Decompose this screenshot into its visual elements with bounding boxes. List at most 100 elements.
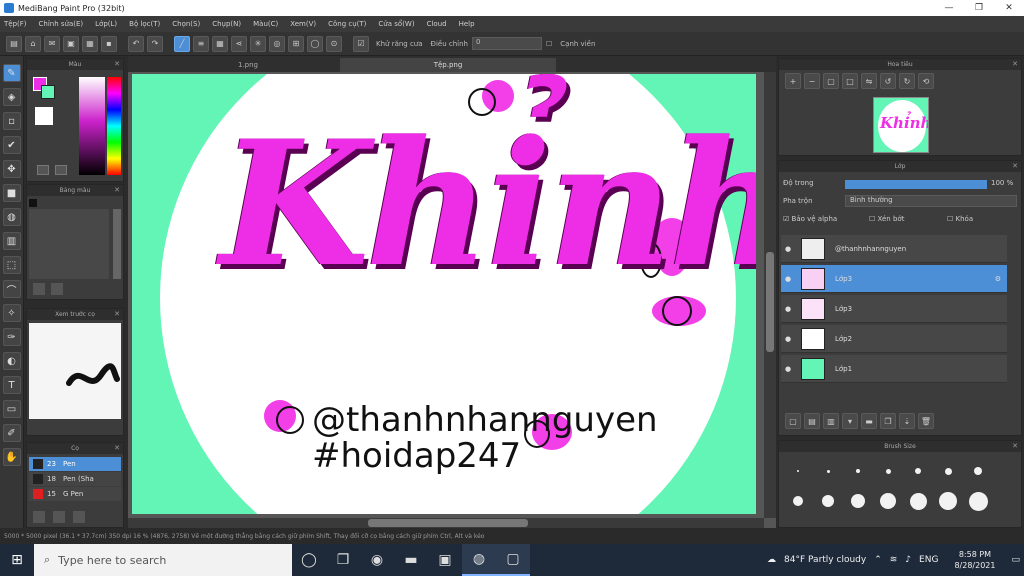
fill-tool-icon[interactable]: ◍	[2, 208, 21, 226]
menu-file[interactable]: Tệp(F)	[4, 20, 27, 28]
actual-size-icon[interactable]: □	[842, 73, 858, 89]
close-icon[interactable]: ✕	[114, 444, 120, 452]
saturation-value-picker[interactable]	[79, 77, 105, 175]
new-palette-icon[interactable]	[33, 283, 45, 295]
file-explorer-icon[interactable]: ▬	[394, 544, 428, 576]
new-halftone-layer-icon[interactable]: ▤	[804, 413, 820, 429]
brush-size-option[interactable]	[783, 459, 813, 483]
edge-browser-icon[interactable]: ◉	[360, 544, 394, 576]
brush-size-option[interactable]	[873, 489, 903, 513]
close-icon[interactable]: ✕	[114, 60, 120, 68]
snap-cross-icon[interactable]: ▦	[212, 35, 228, 52]
snap-circle-icon[interactable]: ◎	[269, 35, 285, 52]
snap-curve-icon[interactable]: ⊞	[288, 35, 304, 52]
new-layer-icon[interactable]: ▢	[785, 413, 801, 429]
snap-settings-icon[interactable]: ⊙	[326, 35, 342, 52]
palette-add-icon[interactable]	[37, 165, 49, 175]
brush-size-option[interactable]	[813, 489, 843, 513]
brush-size-option[interactable]	[963, 459, 993, 483]
image-icon[interactable]: ▣	[63, 35, 79, 52]
snap-radial-icon[interactable]: ✳	[250, 35, 266, 52]
snap-ellipse-icon[interactable]: ◯	[307, 35, 323, 52]
merge-layer-icon[interactable]: ⇣	[899, 413, 915, 429]
tray-arrow-icon[interactable]: ⌃	[874, 555, 882, 565]
visibility-eye-icon[interactable]: ●	[785, 275, 795, 283]
menu-layer[interactable]: Lớp(L)	[95, 20, 117, 28]
canvas-horizontal-scrollbar[interactable]	[128, 518, 764, 528]
lasso-tool-icon[interactable]: ⌒	[2, 280, 21, 298]
palette-swatch[interactable]	[29, 199, 37, 207]
new-8bit-layer-icon[interactable]: ▥	[823, 413, 839, 429]
correction-select[interactable]: 0	[472, 37, 542, 50]
gradient-tool-icon[interactable]: ▥	[2, 232, 21, 250]
store-icon[interactable]: ▣	[428, 544, 462, 576]
eyedropper-icon[interactable]: ✐	[2, 424, 21, 442]
medibang-icon[interactable]: ▢	[496, 544, 530, 576]
hue-slider[interactable]	[107, 77, 121, 175]
minimize-button[interactable]: —	[934, 0, 964, 16]
brush-tool-icon[interactable]: ✎	[2, 64, 21, 82]
layer-row-selected[interactable]: ● Lớp3 ⚙	[781, 265, 1007, 293]
menu-select[interactable]: Chọn(S)	[172, 20, 200, 28]
language-indicator[interactable]: ENG	[919, 555, 938, 565]
eraser-tool-icon[interactable]: ◈	[2, 88, 21, 106]
brush-settings-icon[interactable]	[73, 511, 85, 523]
zoom-out-icon[interactable]: −	[804, 73, 820, 89]
rotate-right-icon[interactable]: ↻	[899, 73, 915, 89]
brush-item-g-pen[interactable]: 15 G Pen	[29, 487, 121, 501]
clipping-checkbox[interactable]: ☐ Xén bớt	[869, 215, 904, 223]
horizontal-scroll-thumb[interactable]	[368, 519, 528, 527]
close-icon[interactable]: ✕	[114, 186, 120, 194]
cortana-icon[interactable]: ◯	[292, 544, 326, 576]
brush-size-option[interactable]	[873, 459, 903, 483]
delete-palette-icon[interactable]	[51, 283, 63, 295]
menu-snap[interactable]: Chụp(N)	[212, 20, 241, 28]
tab-1[interactable]: 1.png	[188, 58, 308, 72]
pen-select-icon[interactable]: ✑	[2, 328, 21, 346]
windows-start-icon[interactable]: ⊞	[0, 544, 34, 576]
clock[interactable]: 8:58 PM 8/28/2021	[950, 549, 999, 571]
visibility-eye-icon[interactable]: ●	[785, 245, 795, 253]
layer-row[interactable]: ● Lớp3	[781, 295, 1007, 323]
layer-row[interactable]: ● @thanhnhannguyen	[781, 235, 1007, 263]
rotate-left-icon[interactable]: ↺	[880, 73, 896, 89]
menu-tools[interactable]: Công cụ(T)	[328, 20, 366, 28]
brush-size-option[interactable]	[903, 459, 933, 483]
navigator-thumbnail[interactable]: Khỉnh	[873, 97, 929, 153]
layer-row[interactable]: ● Lớp1	[781, 355, 1007, 383]
zoom-in-icon[interactable]: +	[785, 73, 801, 89]
redo-icon[interactable]: ↷	[147, 35, 163, 52]
menu-filter[interactable]: Bộ lọc(T)	[129, 20, 160, 28]
hand-tool-icon[interactable]: ✋	[2, 448, 21, 466]
brush-size-option[interactable]	[933, 459, 963, 483]
artwork-canvas[interactable]: Khỉnh @thanhnhannguyen #hoidap247	[132, 74, 756, 514]
settings-icon[interactable]: ▤	[6, 35, 22, 52]
select-tool-icon[interactable]: ⬚	[2, 256, 21, 274]
brush-item-pen-shadow[interactable]: 18 Pen (Sha	[29, 472, 121, 486]
weather-icon[interactable]: ☁	[767, 555, 776, 565]
opacity-slider[interactable]	[845, 180, 987, 189]
home-icon[interactable]: ⌂	[25, 35, 41, 52]
brush-size-option[interactable]	[843, 459, 873, 483]
palette-area[interactable]	[29, 209, 109, 279]
brush-size-option[interactable]	[903, 489, 933, 513]
new-folder-icon[interactable]: ▬	[861, 413, 877, 429]
visibility-eye-icon[interactable]: ●	[785, 335, 795, 343]
maximize-button[interactable]: ❐	[964, 0, 994, 16]
grid-icon[interactable]: ▦	[82, 35, 98, 52]
close-icon[interactable]: ✕	[1012, 162, 1018, 170]
palette-scrollbar[interactable]	[113, 209, 121, 279]
layer-row[interactable]: ● Lớp2	[781, 325, 1007, 353]
volume-icon[interactable]: ♪	[905, 555, 911, 565]
brush-size-option[interactable]	[783, 489, 813, 513]
white-swatch[interactable]	[35, 107, 53, 125]
visibility-eye-icon[interactable]: ●	[785, 305, 795, 313]
add-brush-icon[interactable]	[33, 511, 45, 523]
lock-checkbox[interactable]: ☐ Khóa	[947, 215, 973, 223]
wifi-icon[interactable]: ≋	[890, 555, 898, 565]
menu-color[interactable]: Màu(C)	[253, 20, 278, 28]
divide-tool-icon[interactable]: ▭	[2, 400, 21, 418]
canvas-vertical-scrollbar[interactable]	[764, 72, 776, 518]
chat-icon[interactable]: ✉	[44, 35, 60, 52]
text-tool-icon[interactable]: T	[2, 376, 21, 394]
